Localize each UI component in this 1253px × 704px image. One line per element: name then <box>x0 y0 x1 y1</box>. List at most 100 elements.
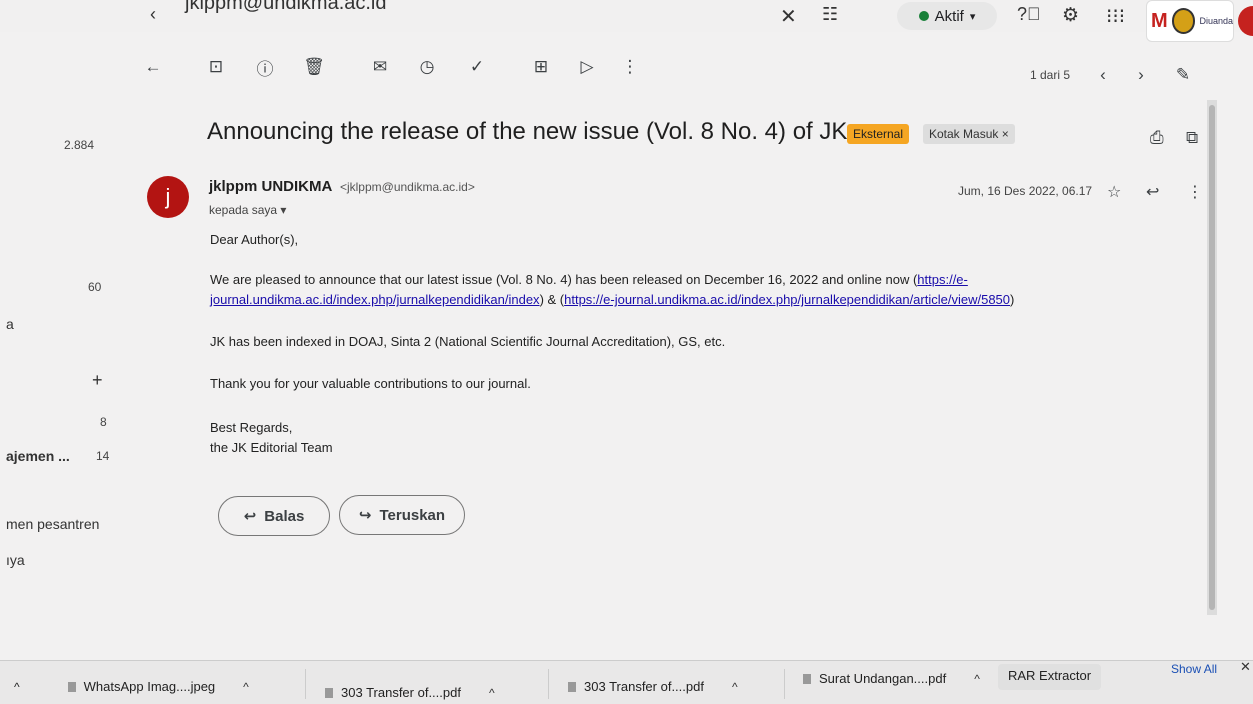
sidebar-item-a[interactable]: a <box>6 316 14 332</box>
email-subject: Announcing the release of the new issue … <box>207 118 848 145</box>
user-avatar[interactable] <box>1238 6 1253 36</box>
filter-options-icon[interactable]: ☷ <box>822 4 838 25</box>
older-chevron-icon[interactable]: › <box>1128 62 1154 88</box>
apps-grid-icon[interactable]: ⁝⁝⁝ <box>1106 4 1125 29</box>
delete-icon[interactable]: 🗑 <box>301 54 327 80</box>
email-view: Announcing the release of the new issue … <box>130 100 1215 655</box>
details-dropdown-icon[interactable]: ▾ <box>280 203 286 217</box>
inbox-count: 2.884 <box>64 138 95 152</box>
download-filename: Surat Undangan....pdf <box>819 671 947 686</box>
para1-text: We are pleased to announce that our late… <box>210 272 918 287</box>
add-task-icon[interactable]: ✓ <box>464 54 490 80</box>
rar-extractor-tooltip[interactable]: RAR Extractor <box>998 664 1102 690</box>
sidebar-item-pesantren[interactable]: men pesantren <box>6 516 99 532</box>
download-filename: 303 Transfer of....pdf <box>584 679 704 694</box>
email-date: Jum, 16 Des 2022, 06.17 <box>958 184 1093 198</box>
para1-mid: ) & ( <box>539 292 565 307</box>
org-logo-icon <box>1171 8 1196 34</box>
body-paragraph-2: JK has been indexed in DOAJ, Sinta 2 (Na… <box>210 334 726 349</box>
download-item[interactable]: 303 Transfer of....pdf ^ <box>568 679 738 694</box>
account-switcher[interactable]: M Diuanda <box>1146 0 1234 42</box>
body-greeting: Dear Author(s), <box>210 232 299 247</box>
label-inbox[interactable]: Kotak Masuk × <box>923 124 1015 144</box>
pagination-text: 1 dari 5 <box>1030 68 1071 82</box>
move-to-icon[interactable]: ⊞ <box>528 54 554 80</box>
download-filename: 303 Transfer of....pdf <box>341 685 461 700</box>
close-search-icon[interactable]: ✕ <box>780 4 797 29</box>
downloads-bar: ^ WhatsApp Imag....jpeg ^ 303 Transfer o… <box>0 659 1253 704</box>
file-icon <box>568 681 576 692</box>
body-paragraph-1: We are pleased to announce that our late… <box>210 270 1200 310</box>
scrollbar-thumb[interactable] <box>1209 105 1215 610</box>
download-filename: WhatsApp Imag....jpeg <box>83 679 216 694</box>
mark-unread-icon[interactable]: ✉ <box>367 54 393 80</box>
signature-line-2: the JK Editorial Team <box>210 440 333 455</box>
sender-block: jklppm UNDIKMA <jklppm@undikma.ac.id> <box>209 178 475 195</box>
reply-button[interactable]: ↩ Balas <box>218 496 330 536</box>
archive-icon[interactable]: ⊡ <box>203 54 229 80</box>
sender-avatar: j <box>147 176 189 218</box>
reply-button-label: Balas <box>264 507 305 525</box>
forward-button[interactable]: ↪ Teruskan <box>339 495 465 535</box>
add-label-icon[interactable]: + <box>92 370 103 391</box>
download-item[interactable]: 303 Transfer of....pdf ^ <box>325 685 495 700</box>
file-icon <box>803 673 811 684</box>
file-icon <box>67 681 76 692</box>
open-new-window-icon[interactable]: ⧉ <box>1186 128 1198 148</box>
status-label: Aktif <box>934 7 964 25</box>
chevron-up-icon[interactable]: ^ <box>14 680 20 694</box>
forward-button-label: Teruskan <box>379 506 446 524</box>
address-text: jklppm@undikma.ac.id <box>185 0 387 14</box>
divider <box>784 669 785 699</box>
close-icon[interactable]: ✕ <box>1240 659 1251 675</box>
recipient-text: kepada saya <box>209 203 278 217</box>
chevron-up-icon[interactable]: ^ <box>974 672 980 686</box>
download-item[interactable]: Surat Undangan....pdf ^ <box>803 671 980 686</box>
help-icon[interactable]: ?⃝ <box>1017 4 1041 25</box>
more-options-icon[interactable]: ⋮ <box>617 54 643 80</box>
body-paragraph-3: Thank you for your valuable contribution… <box>210 376 531 391</box>
forward-button-icon: ↪ <box>358 507 372 524</box>
label-count: 8 <box>100 415 107 429</box>
message-more-icon[interactable]: ⋮ <box>1187 182 1203 202</box>
divider <box>548 669 549 699</box>
chevron-left-icon[interactable]: ‹ <box>150 4 156 25</box>
label-inbox-text: Kotak Masuk <box>929 127 999 141</box>
manajemen-count: 14 <box>96 449 110 463</box>
folder-count: 60 <box>88 280 102 294</box>
left-sidebar: 2.884 60 a + 8 ajemen ... 14 men pesantr… <box>0 40 130 660</box>
email-toolbar: ← ⊡ ⓘ 🗑 ✉ ◷ ✓ ⊞ ▷ ⋮ 1 dari 5 ‹ › ✎ <box>130 48 1210 88</box>
chevron-up-icon[interactable]: ^ <box>243 680 249 694</box>
status-toggle[interactable]: Aktif ▾ <box>897 2 997 30</box>
input-tools-icon[interactable]: ✎ <box>1170 62 1196 88</box>
divider <box>305 669 306 699</box>
print-icon[interactable]: ⎙ <box>1150 128 1164 148</box>
sender-name: jklppm UNDIKMA <box>209 178 332 195</box>
dropdown-arrow-icon: ▾ <box>969 10 976 23</box>
sender-email: <jklppm@undikma.ac.id> <box>339 180 475 194</box>
org-name: Diuanda <box>1199 16 1233 26</box>
settings-gear-icon[interactable]: ⚙ <box>1062 4 1079 27</box>
top-bar: ‹ jklppm@undikma.ac.id ✕ ☷ Aktif ▾ ?⃝ ⚙ … <box>0 0 1253 42</box>
recipient-details[interactable]: kepada saya ▾ <box>209 203 286 217</box>
para1-end: ) <box>1010 292 1015 307</box>
reply-icon[interactable]: ↩ <box>1146 182 1159 202</box>
download-item[interactable]: ^ WhatsApp Imag....jpeg ^ <box>14 679 249 694</box>
signature-line-1: Best Regards, <box>210 420 293 435</box>
label-icon[interactable]: ▷ <box>574 54 600 80</box>
remove-label-icon[interactable]: × <box>1002 127 1009 141</box>
report-spam-icon[interactable]: ⓘ <box>252 54 278 80</box>
back-arrow-icon[interactable]: ← <box>140 54 166 80</box>
show-all-link[interactable]: Show All <box>1171 662 1217 676</box>
reply-button-icon: ↩ <box>243 508 257 525</box>
chevron-up-icon[interactable]: ^ <box>732 680 738 694</box>
sidebar-item-manajemen[interactable]: ajemen ... <box>6 448 70 464</box>
file-icon <box>325 687 333 698</box>
status-dot-icon <box>918 11 929 21</box>
journal-article-link[interactable]: https://e-journal.undikma.ac.id/index.ph… <box>564 292 1010 307</box>
sidebar-item-lainnya[interactable]: ıya <box>6 552 25 568</box>
newer-chevron-icon[interactable]: ‹ <box>1090 62 1116 88</box>
snooze-icon[interactable]: ◷ <box>414 54 440 80</box>
star-icon[interactable]: ☆ <box>1107 182 1121 202</box>
chevron-up-icon[interactable]: ^ <box>489 686 495 700</box>
